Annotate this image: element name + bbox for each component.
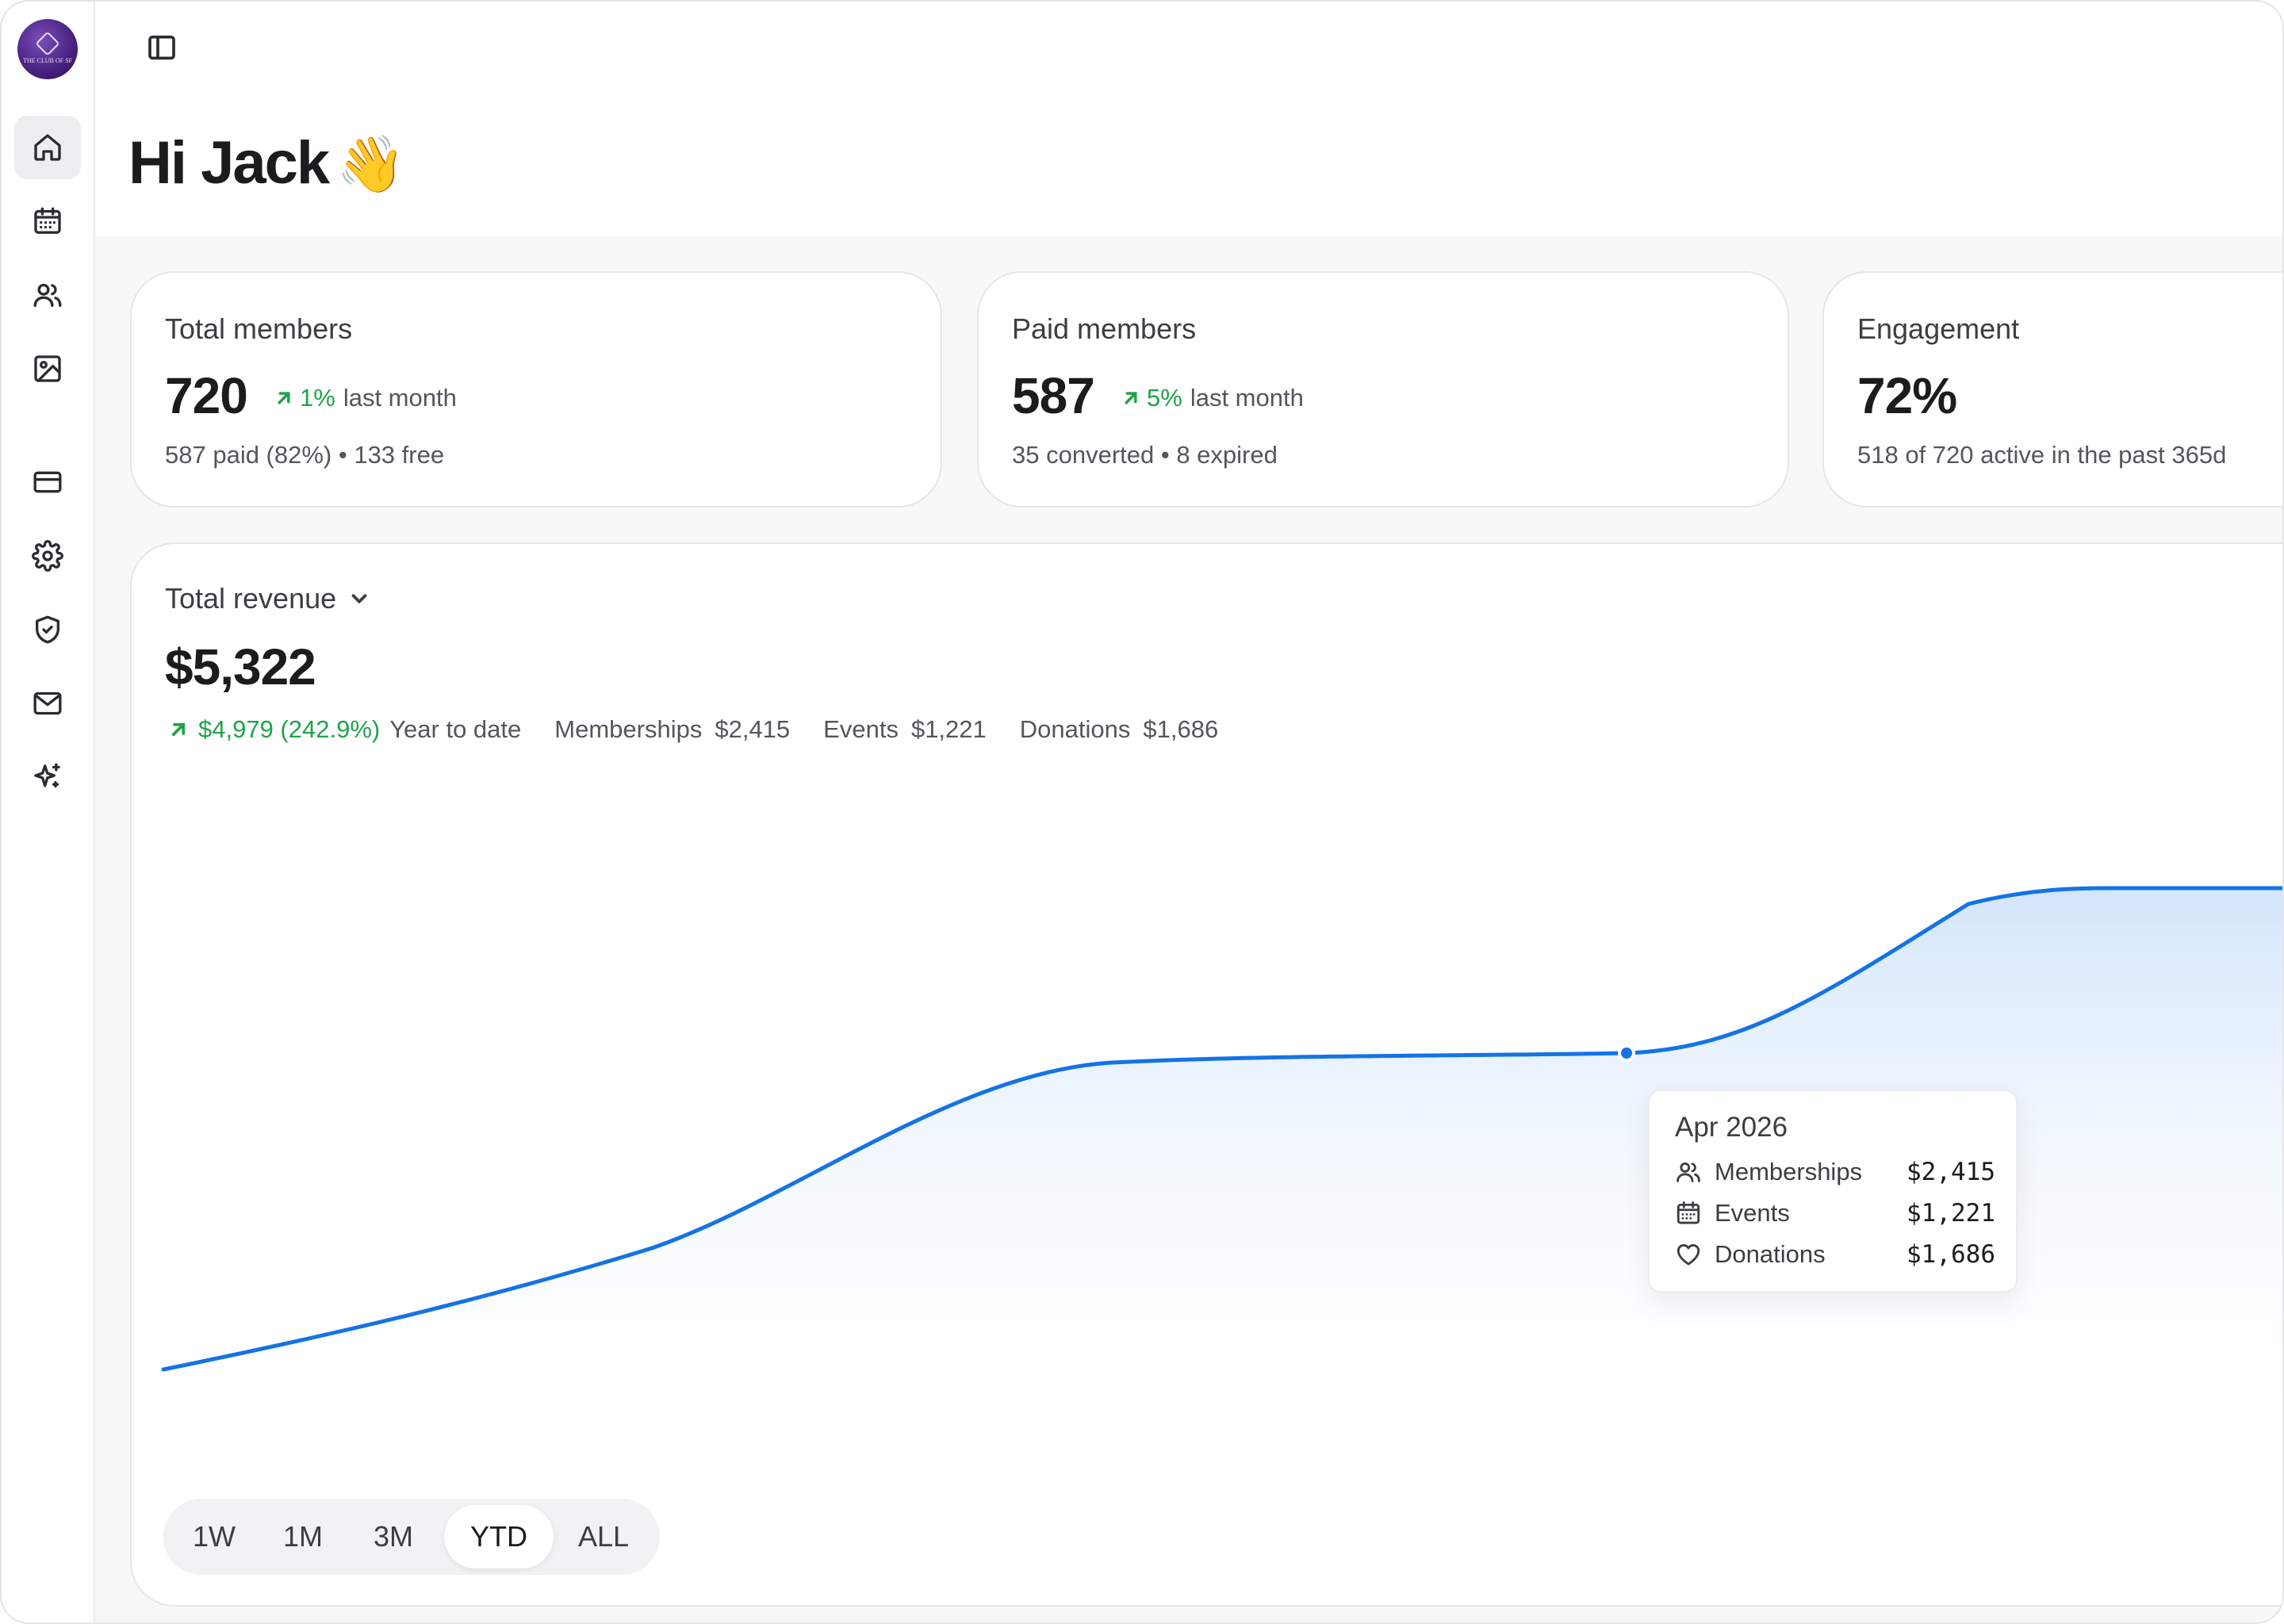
tooltip-value: $1,686 [1907, 1240, 1995, 1269]
tooltip-title: Apr 2026 [1675, 1112, 1788, 1143]
tooltip-label: Memberships [1715, 1158, 1863, 1185]
range-3m-button[interactable]: 3M [354, 1505, 433, 1568]
app-window: THE CLUB OF SF Hi Jack 👋 Total members 7… [0, 0, 2284, 1624]
range-1m-button[interactable]: 1M [263, 1505, 343, 1568]
calendar-icon [1677, 1201, 1700, 1224]
tooltip-value: $1,221 [1907, 1199, 1995, 1228]
tooltip-label: Events [1715, 1199, 1790, 1227]
time-range-selector: 1W 1M 3M YTD ALL [163, 1499, 660, 1575]
range-ytd-button[interactable]: YTD [444, 1505, 554, 1568]
users-icon [1677, 1162, 1700, 1182]
tooltip-row-donations: Donations $1,686 [1675, 1237, 1995, 1272]
range-1w-button[interactable]: 1W [174, 1505, 254, 1568]
heart-icon [1677, 1244, 1700, 1266]
tooltip-row-events: Events $1,221 [1675, 1196, 1995, 1231]
tooltip-label: Donations [1715, 1240, 1826, 1268]
range-all-button[interactable]: ALL [560, 1505, 647, 1568]
revenue-chart[interactable] [2, 2, 2284, 1624]
hover-point-apr-2026[interactable] [1618, 1044, 1635, 1062]
tooltip-row-memberships: Memberships $2,415 [1675, 1155, 1995, 1189]
tooltip-value: $2,415 [1907, 1158, 1995, 1186]
chart-tooltip: Apr 2026 Memberships $2,415 Events $1,22… [1648, 1090, 2018, 1293]
